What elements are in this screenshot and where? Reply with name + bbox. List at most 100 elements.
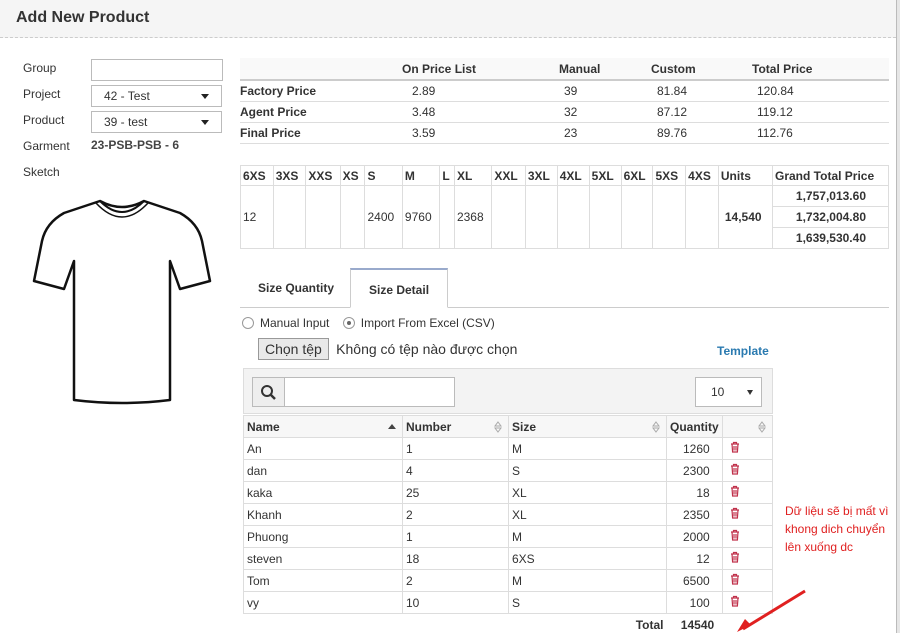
row-number-cell: 1: [402, 437, 509, 460]
size-cell: 12: [240, 185, 274, 249]
project-select[interactable]: 42 - Test: [91, 85, 222, 107]
row-quantity-cell: 2300: [666, 459, 723, 482]
table-row[interactable]: Tom 2 M 6500: [243, 569, 774, 592]
row-size-cell: M: [508, 569, 667, 592]
row-number-cell: 2: [402, 503, 509, 526]
row-size-cell: 6XS: [508, 547, 667, 570]
size-table: 6XS 3XS XXS XS S M L XL XXL 3XL 4XL 5XL …: [240, 165, 889, 249]
price-cell: 119.12: [752, 101, 889, 123]
product-select[interactable]: 39 - test: [91, 111, 222, 133]
trash-icon[interactable]: [729, 485, 741, 497]
grid-toolbar: 10: [243, 368, 773, 414]
size-header: 5XL: [588, 165, 622, 186]
trash-icon[interactable]: [729, 529, 741, 541]
page-size-select[interactable]: 10: [695, 377, 762, 407]
choose-file-button[interactable]: Chọn tệp: [258, 338, 329, 360]
size-cell: [305, 185, 341, 249]
tab-size-quantity[interactable]: Size Quantity: [240, 268, 352, 308]
table-row[interactable]: Phuong 1 M 2000: [243, 525, 774, 548]
price-col-header: Manual: [559, 58, 651, 81]
row-name-cell: Khanh: [243, 503, 403, 526]
table-row[interactable]: vy 10 S 100: [243, 591, 774, 614]
tab-bar: Size Quantity Size Detail: [240, 268, 889, 308]
size-cell: [272, 185, 307, 249]
price-cell: 32: [559, 101, 651, 123]
row-name-cell: kaka: [243, 481, 403, 504]
size-header: 6XS: [240, 165, 274, 186]
row-size-cell: S: [508, 459, 667, 482]
template-link[interactable]: Template: [717, 344, 769, 358]
trash-icon[interactable]: [729, 463, 741, 475]
search-icon: [261, 385, 276, 400]
table-row[interactable]: kaka 25 XL 18: [243, 481, 774, 504]
size-header: Grand Total Price: [772, 165, 889, 186]
price-row-name: Factory Price: [240, 80, 402, 102]
size-cell: [652, 185, 687, 249]
size-detail-table: Name Number Size Quantity An 1 M 1260 dan 4 S 2…: [243, 415, 774, 633]
table-row[interactable]: dan 4 S 2300: [243, 459, 774, 482]
search-button[interactable]: [252, 377, 285, 407]
project-label: Project: [23, 87, 61, 101]
sketch-label: Sketch: [23, 165, 60, 179]
trash-icon[interactable]: [729, 441, 741, 453]
size-header: S: [364, 165, 403, 186]
table-row[interactable]: steven 18 6XS 12: [243, 547, 774, 570]
row-size-cell: XL: [508, 481, 667, 504]
price-cell: 81.84: [651, 80, 752, 102]
import-mode-radios: Manual Input Import From Excel (CSV): [242, 316, 495, 330]
radio-icon[interactable]: [242, 317, 254, 329]
import-excel-option[interactable]: Import From Excel (CSV): [342, 316, 495, 330]
row-number-cell: 10: [402, 591, 509, 614]
add-product-modal: Add New Product Group Project 42 - Test …: [0, 0, 897, 633]
tab-size-detail[interactable]: Size Detail: [350, 268, 449, 308]
row-size-cell: M: [508, 525, 667, 548]
price-cell: 89.76: [651, 122, 752, 144]
garment-label: Garment: [23, 139, 70, 153]
radio-checked-icon[interactable]: [342, 317, 355, 329]
price-col-header: Total Price: [752, 58, 889, 81]
row-name-cell: An: [243, 437, 403, 460]
size-cell: [685, 185, 719, 249]
column-header-name[interactable]: Name: [243, 415, 403, 438]
size-cell: [556, 185, 590, 249]
price-col-header: [240, 58, 402, 81]
size-cell: [339, 185, 366, 249]
manual-input-option[interactable]: Manual Input: [242, 316, 333, 330]
row-name-cell: Phuong: [243, 525, 403, 548]
size-cell: [491, 185, 526, 249]
modal-title: Add New Product: [16, 9, 150, 26]
row-quantity-cell: 100: [666, 591, 723, 614]
column-header-quantity[interactable]: Quantity: [666, 415, 723, 438]
row-quantity-cell: 12: [666, 547, 723, 570]
price-cell: 39: [559, 80, 651, 102]
table-row[interactable]: Khanh 2 XL 2350: [243, 503, 774, 526]
column-header-number[interactable]: Number: [402, 415, 509, 438]
price-row-name: Agent Price: [240, 101, 402, 123]
group-input[interactable]: [91, 59, 223, 81]
table-row[interactable]: An 1 M 1260: [243, 437, 774, 460]
size-header: L: [439, 165, 455, 186]
size-header: XXL: [491, 165, 526, 186]
row-number-cell: 1: [402, 525, 509, 548]
trash-icon[interactable]: [729, 507, 741, 519]
import-excel-label: Import From Excel (CSV): [360, 316, 495, 330]
page-size-value: 10: [711, 385, 725, 399]
project-select-value: 42 - Test: [104, 89, 150, 103]
row-actions-cell: [721, 547, 774, 570]
row-name-cell: steven: [243, 547, 403, 570]
group-label: Group: [23, 61, 57, 75]
size-header: XXS: [305, 165, 341, 186]
column-header-size[interactable]: Size: [508, 415, 667, 438]
row-number-cell: 4: [402, 459, 509, 482]
chevron-down-icon: [201, 94, 209, 99]
row-number-cell: 18: [402, 547, 509, 570]
grand-total-cell: 1,732,004.80: [772, 206, 889, 228]
size-cell: [588, 185, 622, 249]
grand-total-cell: 1,757,013.60: [772, 185, 889, 207]
size-header: 4XS: [685, 165, 719, 186]
trash-icon[interactable]: [729, 551, 741, 563]
row-actions-cell: [721, 437, 774, 460]
row-actions-cell: [721, 459, 774, 482]
search-input[interactable]: [284, 377, 455, 407]
trash-icon[interactable]: [729, 573, 741, 585]
